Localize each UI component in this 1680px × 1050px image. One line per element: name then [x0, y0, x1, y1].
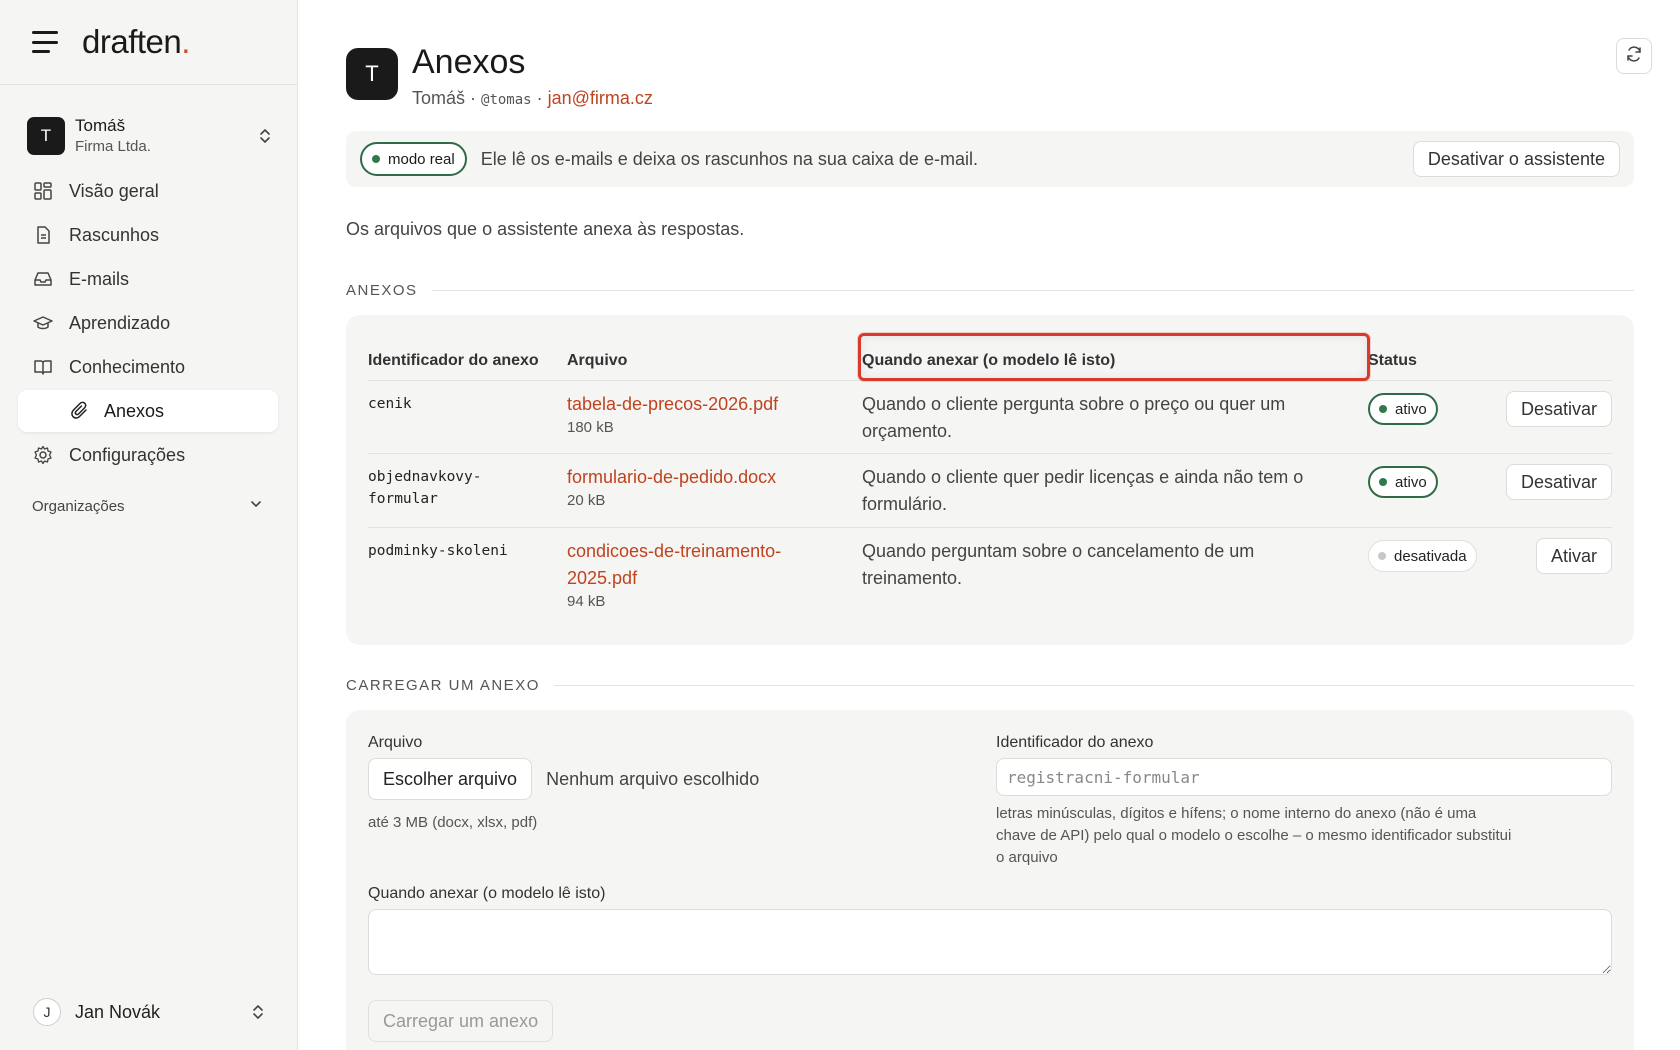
attachments-section-heading: ANEXOS [346, 282, 1634, 299]
chevron-updown-icon [251, 1003, 265, 1021]
sidebar-item-label: Conhecimento [69, 356, 186, 377]
profile-email[interactable]: jan@firma.cz [548, 88, 653, 108]
attachment-id: cenik [368, 396, 412, 412]
column-header-id: Identificador do anexo [368, 352, 539, 369]
attachment-file-size: 180 kB [567, 419, 614, 436]
user-menu[interactable]: J Jan Novák [33, 998, 265, 1026]
main-content: T Anexos Tomáš · @tomas · jan@firma.cz m… [298, 0, 1680, 1050]
gear-icon [33, 445, 53, 465]
column-header-when: Quando anexar (o modelo lê isto) [862, 352, 1116, 369]
sidebar-item-knowledge[interactable]: Conhecimento [0, 345, 297, 389]
upload-section-heading: CARREGAR UM ANEXO [346, 677, 1634, 694]
page-intro: Os arquivos que o assistente anexa às re… [346, 219, 745, 239]
attachment-file-size: 20 kB [567, 492, 606, 509]
profile-avatar: T [346, 48, 398, 100]
file-label: Arquivo [368, 734, 423, 751]
sidebar-item-attachments[interactable]: Anexos [18, 390, 278, 432]
sidebar-item-emails[interactable]: E-mails [0, 257, 297, 301]
separator: · [531, 88, 548, 108]
refresh-icon [1625, 45, 1643, 68]
status-badge: desativada [1368, 540, 1477, 572]
attachment-file-link[interactable]: tabela-de-precos-2026.pdf [567, 391, 862, 418]
page-title: Anexos [412, 43, 526, 81]
table-row: podminky-skoleni condicoes-de-treinament… [368, 528, 1612, 622]
attachment-file-size: 94 kB [567, 593, 606, 610]
document-icon [33, 225, 53, 245]
attachment-file-link[interactable]: condicoes-de-treinamento-2025.pdf [567, 538, 807, 592]
book-open-icon [33, 357, 53, 377]
attachments-table-card: Identificador do anexo Arquivo Quando an… [346, 315, 1634, 645]
when-label: Quando anexar (o modelo lê isto) [368, 885, 606, 902]
attachment-id: podminky-skoleni [368, 543, 508, 559]
table-header-row: Identificador do anexo Arquivo Quando an… [368, 337, 1612, 381]
sidebar-item-label: Configurações [69, 444, 186, 465]
page-subtitle: Tomáš · @tomas · jan@firma.cz [412, 88, 653, 109]
activate-button[interactable]: Ativar [1535, 538, 1612, 574]
status-badge: ativo [1368, 393, 1438, 425]
column-header-file: Arquivo [567, 352, 628, 369]
sidebar-item-overview[interactable]: Visão geral [0, 169, 297, 213]
attachment-id-input[interactable] [996, 758, 1612, 796]
user-avatar: J [33, 998, 61, 1026]
upload-card: Arquivo Escolher arquivo Nenhum arquivo … [346, 710, 1634, 1050]
attachment-id: objednavkovy-formular [368, 469, 482, 507]
sidebar-item-label: E-mails [69, 268, 130, 289]
sidebar-item-drafts[interactable]: Rascunhos [0, 213, 297, 257]
when-textarea[interactable] [368, 909, 1612, 975]
organizations-toggle[interactable]: Organizações [32, 497, 263, 515]
menu-icon[interactable] [32, 31, 60, 53]
no-file-text: Nenhum arquivo escolhido [546, 768, 760, 789]
paperclip-icon [70, 401, 90, 421]
sidebar: draften. T Tomáš Firma Ltda. Visão geral [0, 0, 298, 1050]
status-dot [372, 155, 380, 163]
sidebar-item-label: Rascunhos [69, 224, 160, 245]
sidebar-item-settings[interactable]: Configurações [0, 433, 297, 477]
disable-assistant-button[interactable]: Desativar o assistente [1412, 141, 1620, 177]
account-org: Firma Ltda. [75, 138, 151, 155]
profile-handle: @tomas [481, 92, 532, 108]
deactivate-button[interactable]: Desativar [1505, 464, 1612, 500]
attachment-when: Quando o cliente quer pedir licenças e a… [862, 467, 1304, 514]
account-name: Tomáš [75, 116, 126, 135]
mode-description: Ele lê os e-mails e deixa os rascunhos n… [480, 148, 978, 169]
column-header-status: Status [1368, 352, 1417, 369]
app-root: draften. T Tomáš Firma Ltda. Visão geral [0, 0, 1680, 1050]
refresh-button[interactable] [1616, 38, 1652, 74]
user-name: Jan Novák [75, 1001, 161, 1022]
status-badge: ativo [1368, 466, 1438, 498]
sidebar-item-label: Visão geral [69, 180, 159, 201]
choose-file-button[interactable]: Escolher arquivo [368, 758, 533, 800]
attachment-when: Quando o cliente pergunta sobre o preço … [862, 394, 1286, 441]
chevron-updown-icon [258, 127, 272, 145]
logo[interactable]: draften. [82, 23, 190, 61]
sidebar-nav: Visão geral Rascunhos E-mails Aprendizad… [0, 169, 297, 477]
deactivate-button[interactable]: Desativar [1505, 391, 1612, 427]
sidebar-item-label: Aprendizado [69, 312, 171, 333]
attachment-file-link[interactable]: formulario-de-pedido.docx [567, 464, 862, 491]
sidebar-item-learning[interactable]: Aprendizado [0, 301, 297, 345]
attachments-table: Identificador do anexo Arquivo Quando an… [368, 337, 1612, 622]
mode-badge: modo real [360, 142, 467, 176]
chevron-down-icon [249, 497, 263, 515]
page-header: T Anexos Tomáš · @tomas · jan@firma.cz [346, 42, 1680, 109]
file-hint: até 3 MB (docx, xlsx, pdf) [368, 814, 538, 831]
profile-name: Tomáš [412, 88, 466, 108]
table-row: cenik tabela-de-precos-2026.pdf 180 kB Q… [368, 381, 1612, 454]
organizations-label: Organizações [32, 497, 125, 515]
id-help-text: letras minúsculas, dígitos e hífens; o n… [996, 805, 1512, 866]
brand-bar: draften. [0, 0, 297, 85]
sidebar-item-label: Anexos [104, 400, 165, 421]
mode-banner: modo real Ele lê os e-mails e deixa os r… [346, 131, 1634, 187]
account-switcher[interactable]: T Tomáš Firma Ltda. [27, 115, 272, 157]
upload-submit-button[interactable]: Carregar um anexo [368, 1000, 554, 1042]
inbox-icon [33, 269, 53, 289]
account-avatar: T [27, 117, 65, 155]
dashboard-icon [33, 181, 53, 201]
graduation-cap-icon [33, 313, 53, 333]
separator: · [465, 88, 482, 108]
table-row: objednavkovy-formular formulario-de-pedi… [368, 454, 1612, 528]
id-label: Identificador do anexo [996, 734, 1154, 751]
attachment-when: Quando perguntam sobre o cancelamento de… [862, 541, 1255, 588]
